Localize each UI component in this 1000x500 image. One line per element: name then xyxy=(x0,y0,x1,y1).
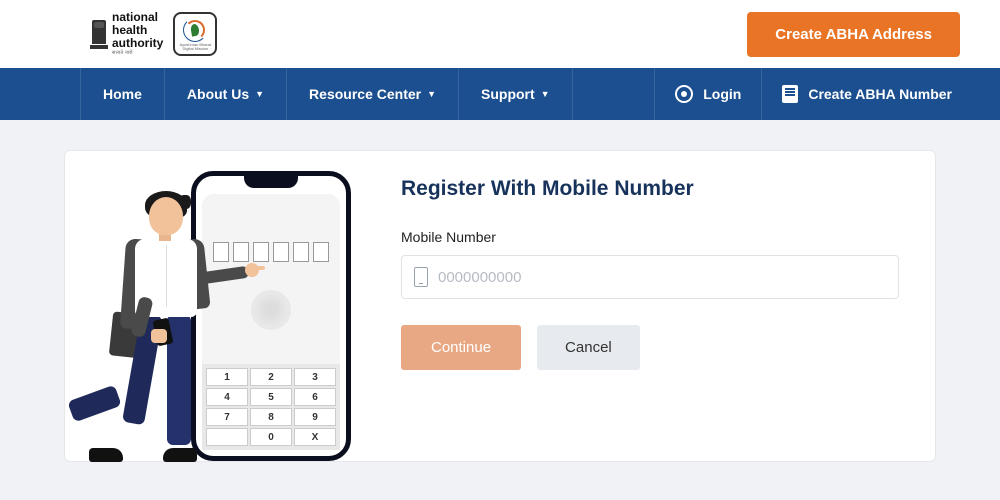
fingerprint-icon xyxy=(251,290,291,330)
nav-home[interactable]: Home xyxy=(80,68,165,120)
register-card: 123 456 789 0X Register With Mobil xyxy=(64,150,936,462)
user-icon xyxy=(675,85,693,103)
illustration: 123 456 789 0X xyxy=(101,171,361,461)
mobile-number-input[interactable] xyxy=(438,269,886,286)
nha-logo-text: national health authority सत्यते नारो xyxy=(112,11,163,56)
chevron-down-icon: ▼ xyxy=(255,89,264,99)
nav-login[interactable]: Login xyxy=(654,68,761,120)
mobile-number-field-wrapper[interactable] xyxy=(401,255,899,299)
id-card-icon xyxy=(782,85,798,103)
nav-about-us[interactable]: About Us ▼ xyxy=(165,68,287,120)
continue-button[interactable]: Continue xyxy=(401,325,521,370)
nav-label: About Us xyxy=(187,86,249,102)
person-illustration xyxy=(101,197,231,462)
cancel-button[interactable]: Cancel xyxy=(537,325,640,370)
phone-icon xyxy=(414,267,428,287)
abdm-caption: Ayushman Bharat Digital Mission xyxy=(175,43,215,51)
emblem-icon xyxy=(90,14,108,54)
nav-label: Support xyxy=(481,86,535,102)
nav-label: Home xyxy=(103,86,142,102)
mobile-number-label: Mobile Number xyxy=(401,229,899,245)
chevron-down-icon: ▼ xyxy=(427,89,436,99)
nav-resource-center[interactable]: Resource Center ▼ xyxy=(287,68,459,120)
nav-support[interactable]: Support ▼ xyxy=(459,68,573,120)
nha-logo[interactable]: national health authority सत्यते नारो xyxy=(90,11,163,56)
create-abha-address-button[interactable]: Create ABHA Address xyxy=(747,12,960,57)
chevron-down-icon: ▼ xyxy=(541,89,550,99)
nav-label: Create ABHA Number xyxy=(808,86,952,102)
nav-create-abha-number[interactable]: Create ABHA Number xyxy=(761,68,972,120)
abdm-logo[interactable]: Ayushman Bharat Digital Mission xyxy=(173,12,217,56)
form-title: Register With Mobile Number xyxy=(401,177,899,201)
main-nav: Home About Us ▼ Resource Center ▼ Suppor… xyxy=(0,68,1000,120)
nav-label: Login xyxy=(703,86,741,102)
top-bar: national health authority सत्यते नारो Ay… xyxy=(0,0,1000,68)
nav-label: Resource Center xyxy=(309,86,421,102)
logo-group: national health authority सत्यते नारो Ay… xyxy=(90,11,217,56)
register-form: Register With Mobile Number Mobile Numbe… xyxy=(401,171,899,461)
